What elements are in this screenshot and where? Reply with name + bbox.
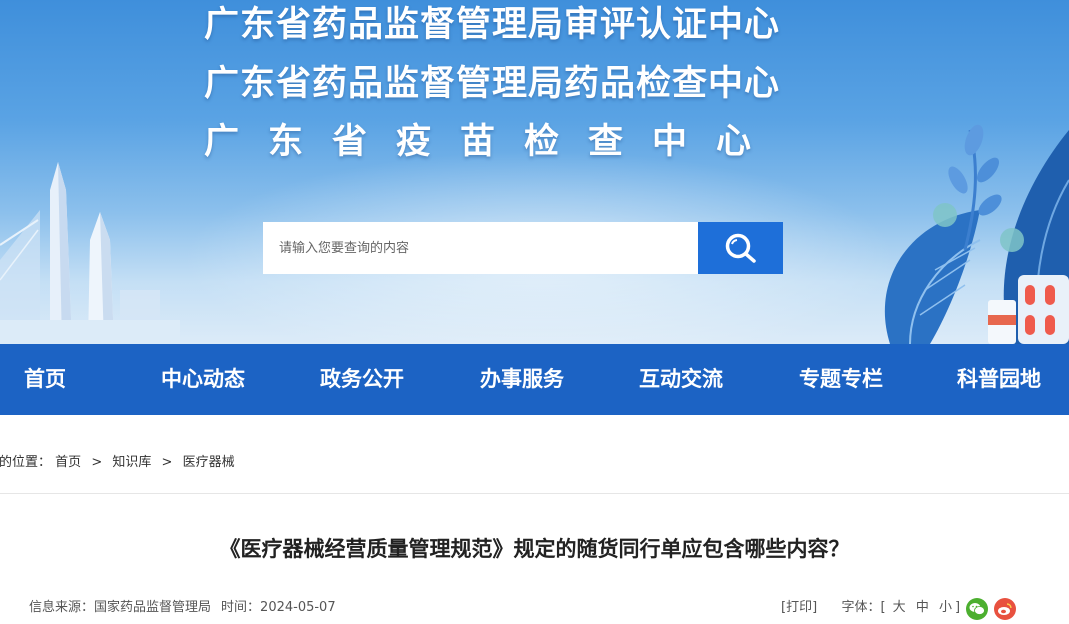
font-size-close: ] [954,600,961,615]
main-nav: 首页 中心动态 政务公开 办事服务 互动交流 专题专栏 科普园地 [0,344,1069,415]
font-size-medium[interactable]: 中 [916,600,929,615]
share-wechat-button[interactable] [966,598,988,620]
wechat-icon [969,603,985,615]
breadcrumb-separator: > [161,455,173,470]
weibo-icon [998,603,1012,615]
breadcrumb-separator: > [91,455,103,470]
nav-item-gov-affairs[interactable]: 政务公开 [320,344,404,415]
leaves-medicine-illustration [884,124,1069,344]
search-button[interactable] [698,222,783,274]
search-input[interactable] [263,222,698,274]
share-weibo-button[interactable] [994,598,1016,620]
banner-title-2: 广东省药品监督管理局药品检查中心 [204,64,781,104]
article-tools: [打印] 字体：[ 大 中 小] [781,597,960,619]
nav-item-topics[interactable]: 专题专栏 [799,344,883,415]
nav-item-home[interactable]: 首页 [24,344,66,415]
banner-title-3: 广东省疫苗检查中心 [204,122,781,162]
nav-item-news[interactable]: 中心动态 [161,344,245,415]
article-title: 《医疗器械经营质量管理规范》规定的随货同行单应包含哪些内容？ [219,537,850,561]
source-value: 国家药品监督管理局 [94,600,212,615]
header-banner: 广东省药品监督管理局审评认证中心 广东省药品监督管理局药品检查中心 广东省疫苗检… [0,0,1069,344]
font-size-large[interactable]: 大 [893,600,906,615]
nav-item-science[interactable]: 科普园地 [957,344,1041,415]
time-value: 2024-05-07 [260,600,336,615]
breadcrumb-home[interactable]: 首页 [55,455,81,470]
city-skyline-illustration [0,162,180,344]
breadcrumb-knowledge-base[interactable]: 知识库 [112,455,151,470]
font-size-label: 字体：[ [841,600,886,615]
breadcrumb-medical-devices[interactable]: 医疗器械 [183,455,235,470]
article-meta: 信息来源：国家药品监督管理局 时间：2024-05-07 [29,597,336,619]
print-button[interactable]: [打印] [781,600,817,615]
source-label: 信息来源： [29,600,95,615]
breadcrumb: 您的位置： 首页 > 知识库 > 医疗器械 [0,452,235,474]
breadcrumb-prefix: 您的位置： [0,455,52,470]
nav-item-services[interactable]: 办事服务 [480,344,564,415]
search-icon [725,233,756,263]
divider [0,493,1069,494]
banner-title-1: 广东省药品监督管理局审评认证中心 [204,5,781,45]
nav-item-interaction[interactable]: 互动交流 [639,344,723,415]
font-size-small[interactable]: 小 [939,600,952,615]
time-label: 时间： [221,600,261,615]
